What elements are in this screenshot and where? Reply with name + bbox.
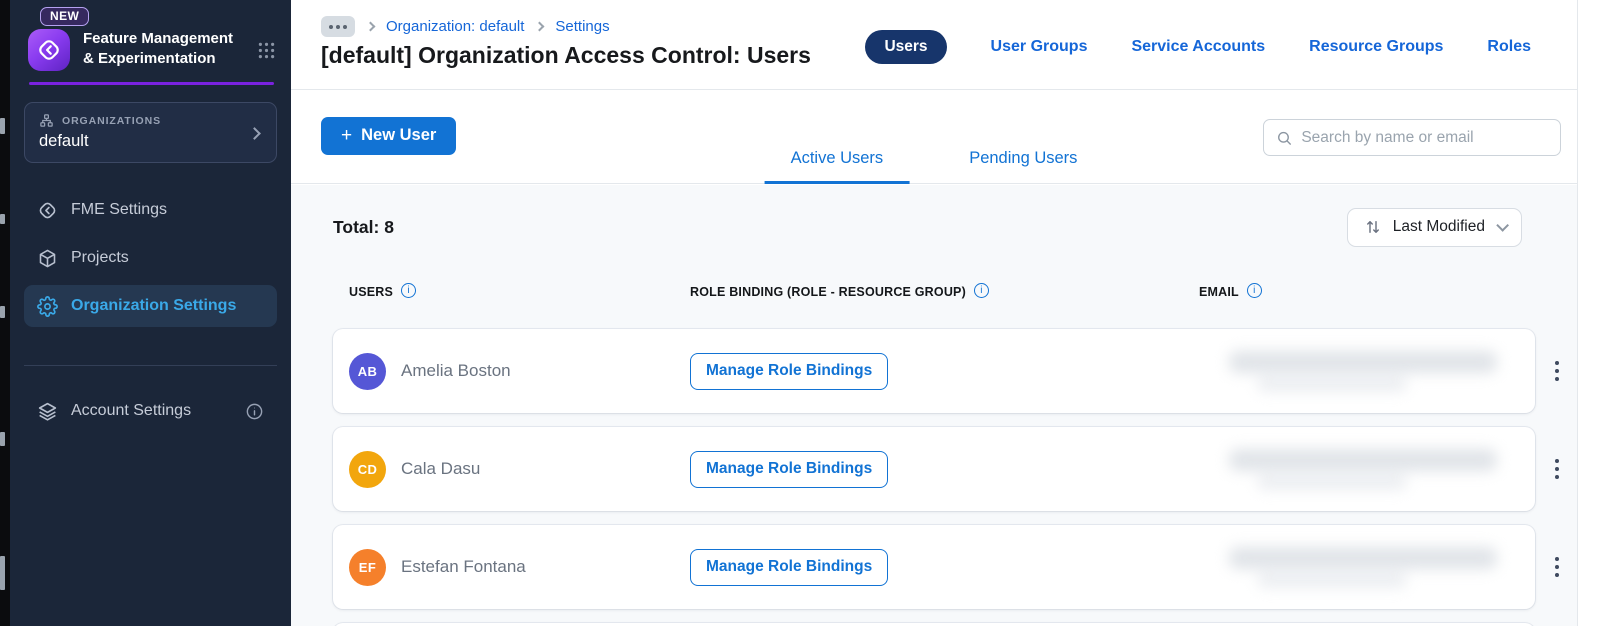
organizations-label: ORGANIZATIONS (62, 114, 162, 127)
cube-icon (37, 248, 58, 269)
split-logo-icon (39, 40, 59, 60)
sort-dropdown[interactable]: Last Modified (1346, 207, 1522, 247)
info-icon[interactable]: i (401, 282, 417, 298)
org-hierarchy-icon (40, 114, 53, 127)
new-user-button-label: New User (361, 126, 437, 144)
new-user-button[interactable]: + New User (321, 117, 457, 155)
sidebar-header: NEW Feature Management & Experimentation (10, 0, 291, 85)
total-count: Total: 8 (333, 216, 394, 237)
search-icon (1278, 131, 1291, 145)
table-row: AB Amelia Boston Manage Role Bindings (333, 329, 1560, 413)
sidebar: NEW Feature Management & Experimentation (10, 0, 291, 626)
app-logo[interactable] (28, 29, 70, 71)
breadcrumb-link-organization[interactable]: Organization: default (386, 18, 524, 35)
main-panel: Organization: default Settings [default]… (291, 0, 1578, 626)
user-name: Estefan Fontana (401, 557, 526, 576)
access-control-tabs: Users User Groups Service Accounts Resou… (865, 30, 1531, 64)
breadcrumb: Organization: default Settings (321, 16, 610, 37)
manage-role-bindings-button[interactable]: Manage Role Bindings (690, 548, 889, 586)
edge-artifact (0, 118, 5, 134)
user-name: Cala Dasu (401, 459, 481, 478)
email-cell (1199, 449, 1497, 489)
sidebar-item-label: FME Settings (71, 201, 168, 218)
fme-settings-icon (37, 200, 58, 221)
avatar: EF (349, 548, 386, 586)
avatar: CD (349, 450, 386, 488)
tab-active-users[interactable]: Active Users (764, 149, 910, 184)
email-redacted-blur (1229, 547, 1497, 587)
avatar: AB (349, 352, 386, 390)
gear-icon (37, 295, 58, 317)
info-icon (246, 403, 263, 419)
row-menu-kebab-icon[interactable] (1546, 354, 1569, 389)
sidebar-item-label: Projects (71, 249, 129, 266)
row-menu-kebab-icon[interactable] (1546, 550, 1569, 585)
tab-pending-users[interactable]: Pending Users (943, 149, 1103, 184)
users-toolbar: + New User Active Users Pending Users (291, 90, 1577, 184)
organization-selector[interactable]: ORGANIZATIONS default (24, 102, 277, 163)
edge-artifact (0, 214, 5, 224)
email-cell (1199, 351, 1497, 391)
sort-arrows-icon (1366, 221, 1379, 233)
info-icon[interactable]: i (973, 282, 989, 298)
row-menu-kebab-icon[interactable] (1546, 452, 1569, 487)
account-info-button[interactable] (245, 402, 264, 421)
chevron-right-icon (365, 21, 376, 32)
sidebar-item-fme-settings[interactable]: FME Settings (24, 189, 277, 231)
email-redacted-blur (1229, 351, 1497, 391)
edge-artifact (0, 556, 5, 590)
column-role-binding: ROLE BINDING (ROLE - RESOURCE GROUP) i (690, 282, 1199, 300)
tab-users[interactable]: Users (865, 30, 947, 64)
breadcrumb-ellipsis-button[interactable] (321, 16, 355, 37)
sidebar-item-projects[interactable]: Projects (24, 237, 277, 279)
app-switcher-button[interactable] (256, 40, 277, 66)
manage-role-bindings-button[interactable]: Manage Role Bindings (690, 450, 889, 488)
edge-artifact (0, 306, 5, 318)
email-cell (1199, 547, 1497, 587)
search-input[interactable] (1301, 128, 1548, 147)
table-header-row: USERS i ROLE BINDING (ROLE - RESOURCE GR… (333, 282, 1535, 301)
tab-user-groups[interactable]: User Groups (991, 38, 1088, 56)
window-edge-strip (0, 0, 10, 626)
user-name: Amelia Boston (401, 361, 511, 380)
layers-icon (37, 401, 58, 422)
page-title: [default] Organization Access Control: U… (321, 42, 811, 68)
tab-resource-groups[interactable]: Resource Groups (1309, 38, 1443, 56)
sidebar-item-account-settings[interactable]: Account Settings (24, 390, 277, 432)
app-title: Feature Management & Experimentation (83, 30, 234, 67)
chevron-down-icon (1496, 218, 1509, 232)
page-header: Organization: default Settings [default]… (291, 0, 1577, 90)
new-badge: NEW (40, 7, 90, 26)
info-icon[interactable]: i (1246, 282, 1262, 298)
user-state-tabs: Active Users Pending Users (764, 149, 1104, 184)
column-email: EMAIL i (1199, 282, 1399, 300)
tab-roles[interactable]: Roles (1487, 38, 1531, 56)
brand-accent-rule (29, 82, 274, 85)
search-box (1263, 119, 1561, 156)
chevron-right-icon (534, 21, 545, 32)
table-row: EF Estefan Fontana Manage Role Bindings (333, 525, 1560, 609)
table-row: CD Cala Dasu Manage Role Bindings (333, 427, 1560, 511)
plus-icon: + (341, 124, 353, 146)
sidebar-item-label: Account Settings (71, 402, 192, 419)
sidebar-item-label: Organization Settings (71, 297, 237, 314)
email-redacted-blur (1229, 449, 1497, 489)
column-users: USERS i (349, 282, 690, 300)
organization-value: default (39, 132, 89, 150)
manage-role-bindings-button[interactable]: Manage Role Bindings (690, 352, 889, 390)
sort-dropdown-value: Last Modified (1392, 218, 1485, 235)
edge-artifact (0, 432, 5, 446)
breadcrumb-link-settings[interactable]: Settings (555, 18, 609, 35)
sidebar-divider (24, 365, 277, 366)
grid-apps-icon (258, 42, 275, 59)
sidebar-item-organization-settings[interactable]: Organization Settings (24, 285, 277, 327)
sidebar-nav: FME Settings Projects Organization Setti… (24, 189, 277, 327)
users-list-panel: Total: 8 Last Modified USERS i ROLE BIND… (291, 185, 1577, 626)
tab-service-accounts[interactable]: Service Accounts (1131, 38, 1265, 56)
